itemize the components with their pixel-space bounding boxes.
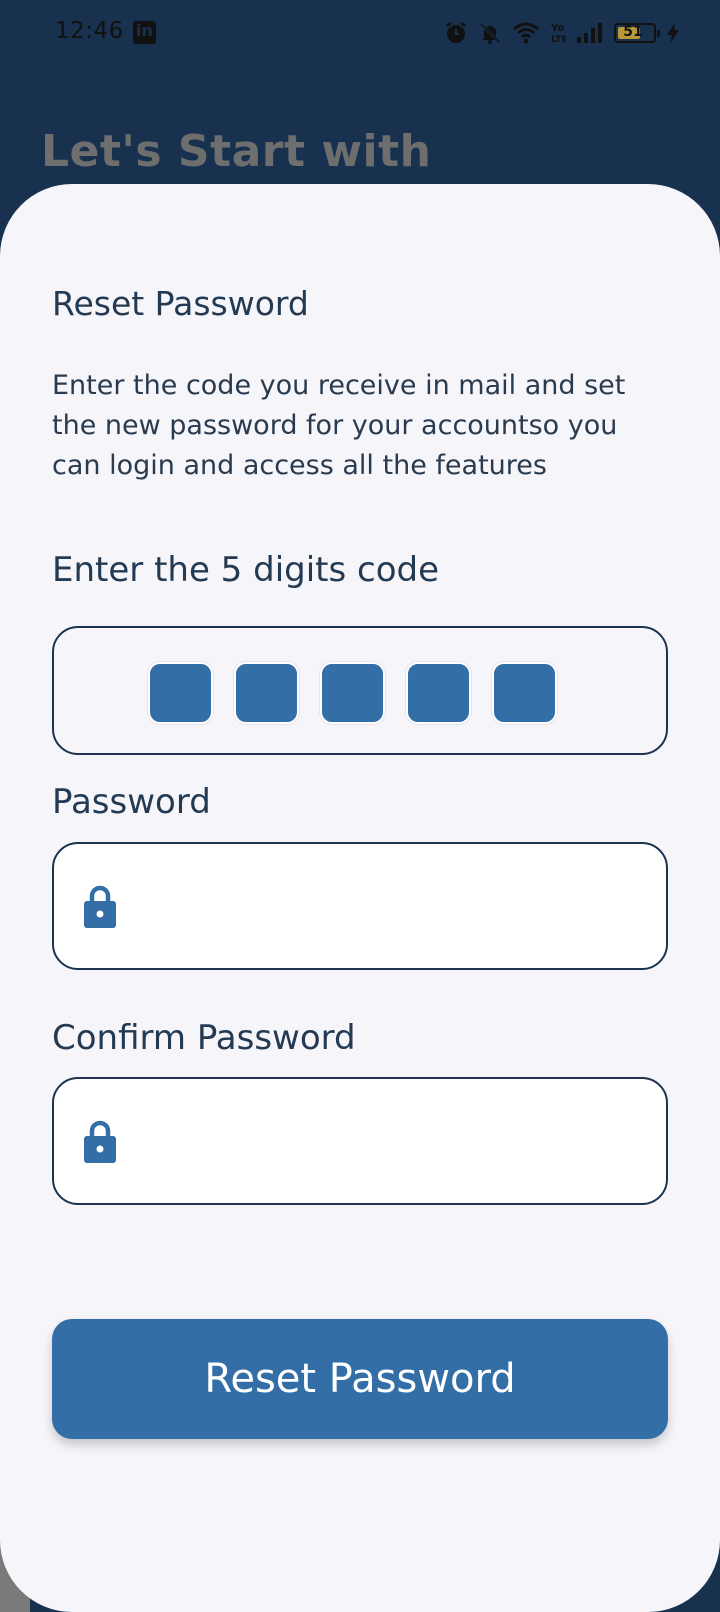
status-time: 12:46: [55, 18, 124, 44]
code-digit-5[interactable]: [492, 662, 557, 724]
sheet-title: Reset Password: [52, 284, 309, 323]
code-digit-2[interactable]: [234, 662, 299, 724]
wifi-icon: [513, 22, 539, 44]
bell-off-icon: [479, 22, 501, 44]
volte-icon: Yo LTE: [550, 23, 566, 45]
hero-title: Let's Start with: [41, 126, 432, 177]
sheet-description: Enter the code you receive in mail and s…: [52, 370, 626, 481]
lock-icon: [84, 885, 116, 928]
lock-icon: [84, 1120, 116, 1163]
confirm-password-field[interactable]: [52, 1077, 668, 1205]
svg-text:Yo: Yo: [550, 23, 564, 34]
signal-icon: [577, 23, 602, 43]
reset-password-button[interactable]: Reset Password: [52, 1319, 668, 1439]
code-label: Enter the 5 digits code: [52, 550, 440, 590]
svg-text:LTE: LTE: [551, 35, 566, 45]
linkedin-icon: [133, 21, 156, 44]
status-icons: Yo LTE 51: [444, 20, 680, 46]
code-cells: [148, 662, 557, 724]
reset-password-sheet: Reset Password Enter the code you receiv…: [0, 184, 720, 1612]
code-digit-3[interactable]: [320, 662, 385, 724]
password-field[interactable]: [52, 842, 668, 970]
code-digit-1[interactable]: [148, 662, 213, 724]
battery-icon: 51: [614, 23, 660, 43]
charging-icon: [667, 22, 679, 44]
code-input-container: [52, 626, 668, 755]
alarm-icon: [446, 22, 466, 43]
status-bar: 12:46 Yo LTE: [0, 0, 720, 66]
battery-level: 51: [623, 24, 643, 40]
code-digit-4[interactable]: [406, 662, 471, 724]
password-label: Password: [52, 782, 211, 822]
confirm-password-label: Confirm Password: [52, 1018, 356, 1058]
